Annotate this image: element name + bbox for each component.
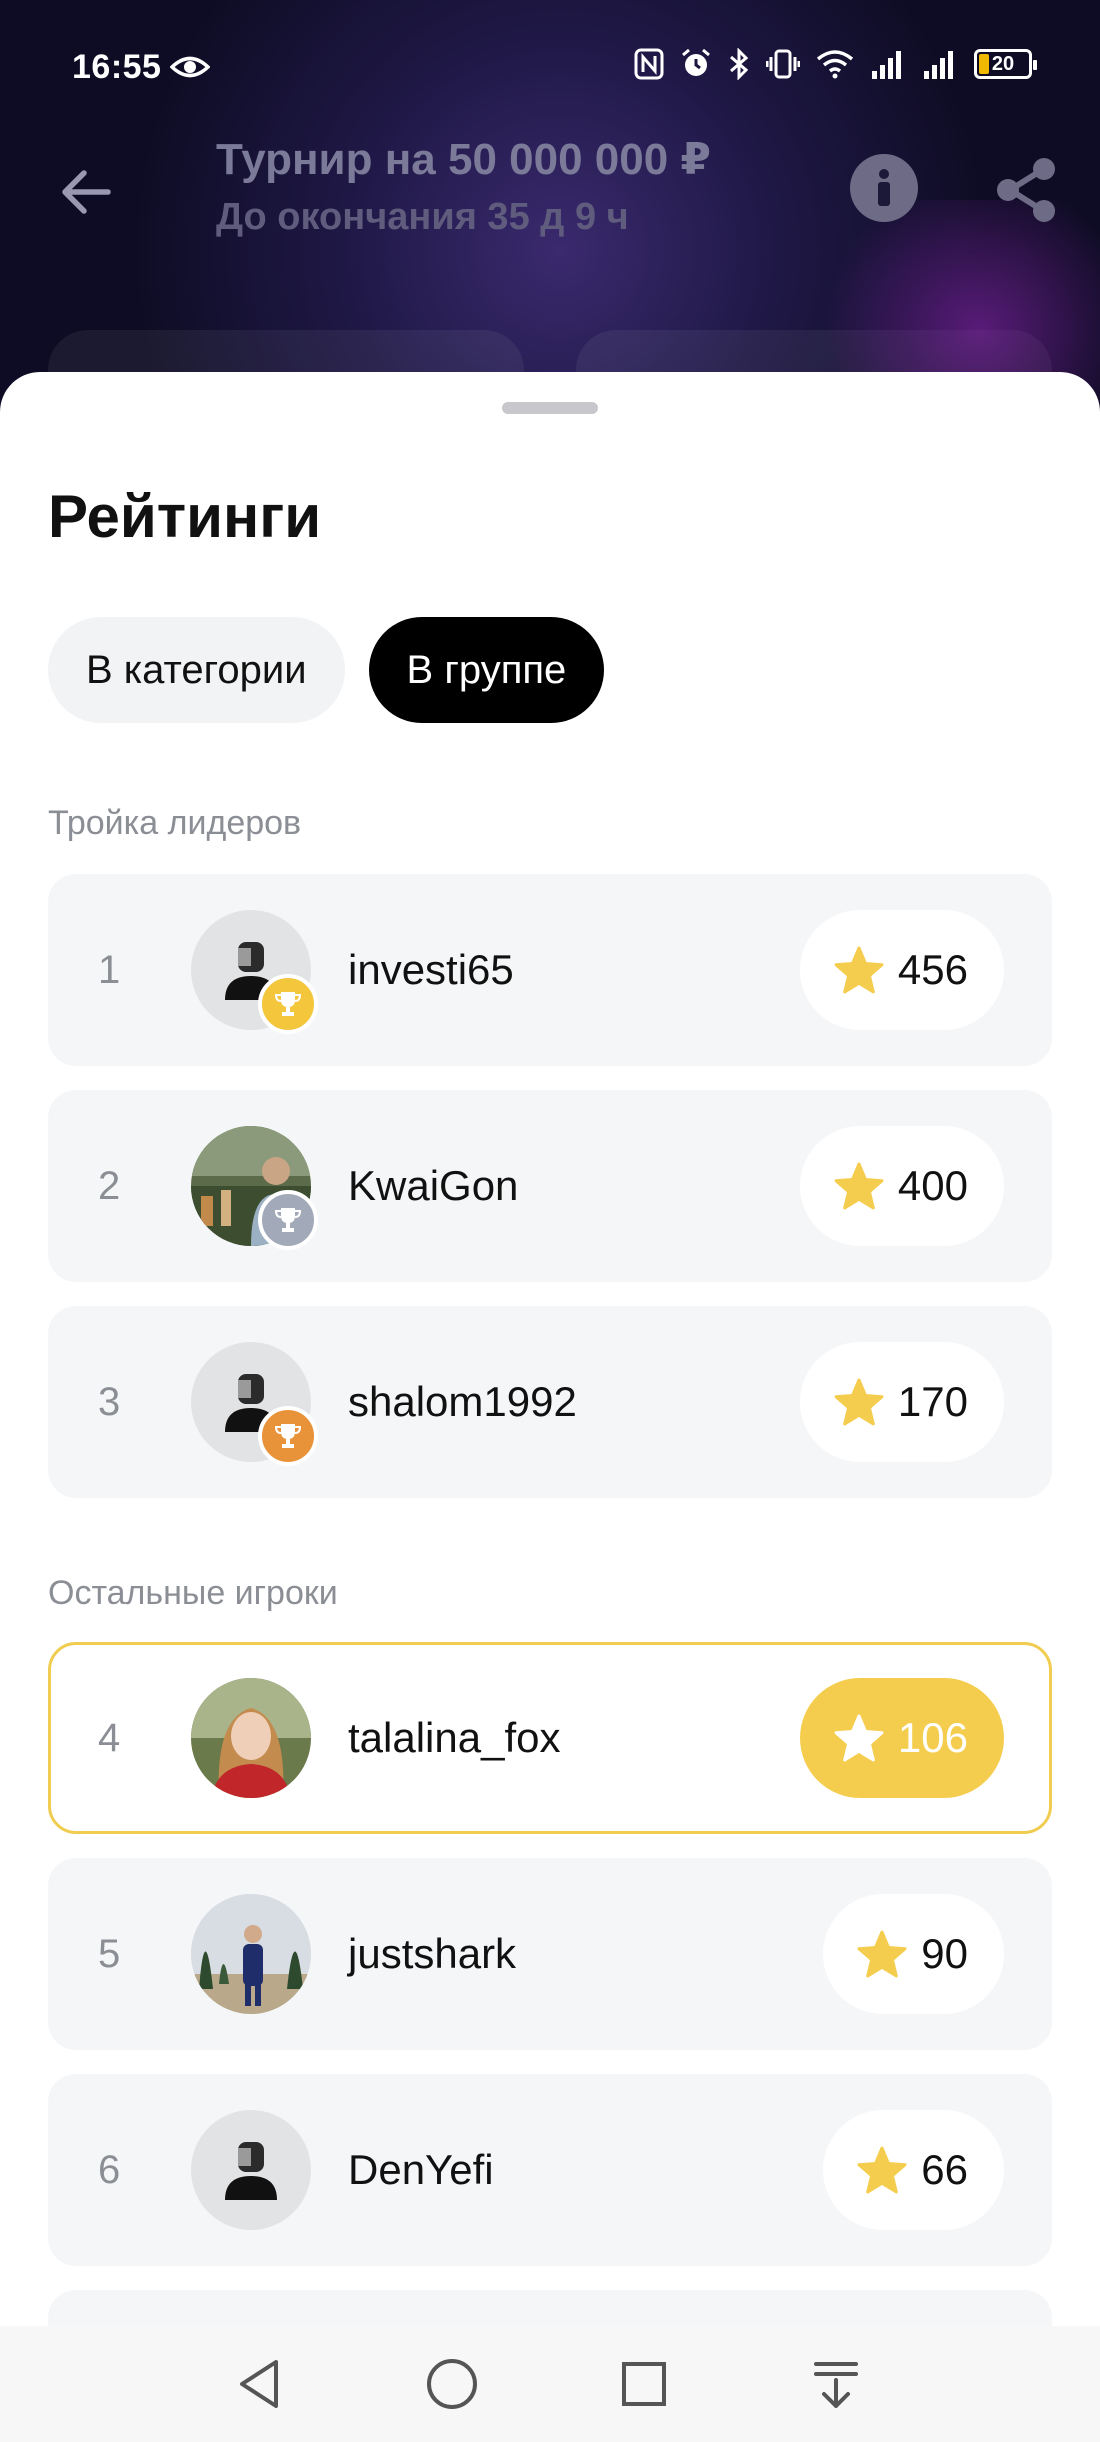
rank-number: 2 [98,1163,121,1208]
nav-recents-button[interactable] [614,2354,674,2414]
trophy-icon [274,992,302,1016]
score-value: 66 [921,2146,968,2193]
signal-icon [870,49,906,79]
leaderboard-row[interactable]: 5 justshark 90 [48,1858,1052,2050]
leaderboard-row[interactable]: 2 KwaiGon 400 [48,1090,1052,1282]
rank-number: 5 [98,1931,121,1976]
avatar [191,2110,311,2230]
trophy-icon [274,1208,302,1232]
tab-category[interactable]: В категории [48,617,345,723]
sheet-grabber[interactable] [502,402,598,414]
tab-group[interactable]: В группе [368,617,605,723]
nav-home-button[interactable] [422,2354,482,2414]
eye-icon [169,52,211,87]
rank-number: 3 [98,1379,121,1424]
leaderboard-row[interactable]: 1 investi65 456 [48,874,1052,1066]
share-button[interactable] [990,154,1062,226]
info-icon [878,169,890,206]
notifications-pull-icon [814,2362,858,2408]
tournament-countdown: До окончания 35 д 9 ч [216,196,629,238]
trophy-icon [274,1424,302,1448]
battery-level: 20 [991,52,1015,75]
rank-number: 6 [98,2147,121,2192]
username: KwaiGon [348,1162,519,1209]
avatar [191,1894,311,2014]
vibrate-icon [766,48,800,80]
leaderboard-row[interactable]: 6 DenYefi 66 [48,2074,1052,2266]
system-nav-bar [0,2326,1100,2442]
avatar [191,1678,311,1798]
tournament-header: Турнир на 50 000 000 ₽ До окончания 35 д… [0,130,1100,250]
nav-notifications-button[interactable] [806,2354,866,2414]
leaders-section-label: Тройка лидеров [48,804,302,842]
star-icon [834,1162,884,1210]
status-bar: 16:55 20 [0,0,1100,136]
share-icon [997,158,1055,222]
username: DenYefi [348,2146,494,2193]
info-button[interactable] [850,154,918,222]
ratings-sheet: Рейтинги В категории В группе Тройка лид… [0,372,1100,2442]
wifi-icon [816,49,854,79]
score-value: 170 [897,1378,968,1425]
star-icon [834,1714,884,1762]
nav-back-button[interactable] [230,2354,290,2414]
rank-number: 4 [98,1715,121,1760]
username: shalom1992 [348,1378,577,1425]
silver-medal-badge [258,1190,318,1250]
username: talalina_fox [348,1714,561,1761]
username: investi65 [348,946,514,993]
home-circle-icon [427,2359,477,2409]
others-section-label: Остальные игроки [48,1574,338,1612]
star-icon [834,1378,884,1426]
leaderboard-row-current-user[interactable]: 4 talalina_fox 106 [48,1642,1052,1834]
signal-icon [922,49,958,79]
recents-square-icon [622,2362,666,2406]
score-value: 400 [897,1162,968,1209]
score-value: 106 [897,1714,968,1761]
leaderboard-row[interactable]: 3 shalom1992 170 [48,1306,1052,1498]
tournament-title: Турнир на 50 000 000 ₽ [216,135,712,184]
star-icon [834,946,884,994]
score-value: 456 [897,946,968,993]
score-badge: 66 [823,2110,1004,2230]
nfc-icon [634,48,664,80]
bluetooth-icon [728,48,750,80]
alarm-icon [680,48,712,80]
ratings-tabs: В категории В группе [48,617,605,723]
score-badge: 106 [799,1678,1004,1798]
back-triangle-icon [240,2360,278,2408]
score-value: 90 [921,1930,968,1977]
back-button[interactable] [54,160,118,224]
gold-medal-badge [258,974,318,1034]
score-badge: 90 [823,1894,1004,2014]
user-photo-avatar [191,1678,311,1798]
username: justshark [348,1930,517,1977]
default-avatar-icon [225,2142,277,2200]
star-icon [857,1930,907,1978]
score-badge: 456 [799,910,1004,1030]
arrow-left-icon [62,170,111,214]
rank-number: 1 [98,947,121,992]
star-icon [857,2146,907,2194]
status-time: 16:55 [72,48,162,86]
score-badge: 170 [799,1342,1004,1462]
score-badge: 400 [799,1126,1004,1246]
status-icons: 20 [634,48,1037,80]
battery-icon: 20 [974,49,1037,79]
sheet-title: Рейтинги [48,483,322,550]
user-photo-avatar [191,1894,311,2014]
bronze-medal-badge [258,1406,318,1466]
